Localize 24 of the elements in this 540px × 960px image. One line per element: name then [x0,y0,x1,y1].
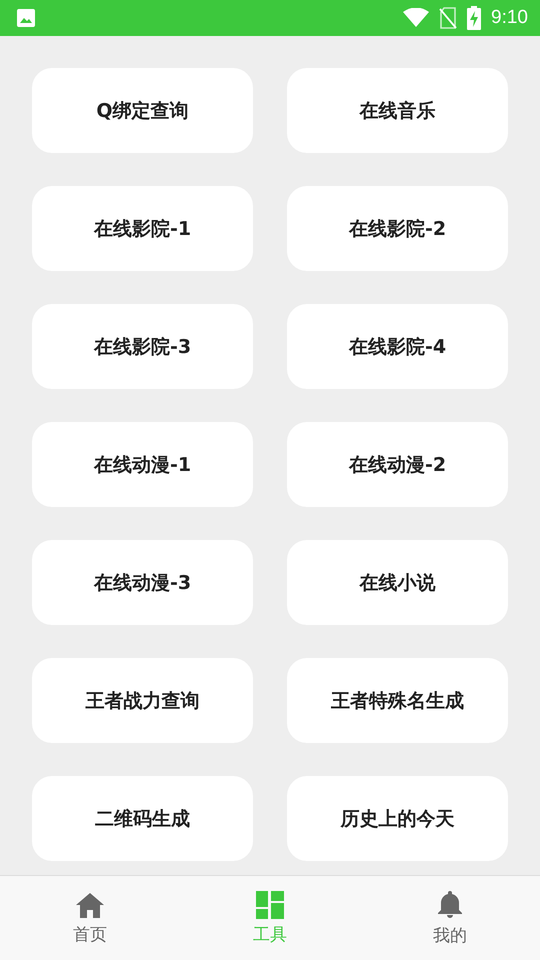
nav-tab[interactable]: 我的 [360,876,540,960]
no-sim-icon [439,7,458,29]
dashboard-icon [256,890,284,918]
nav-tab[interactable]: 首页 [0,876,180,960]
tool-button[interactable]: 在线影院-1 [32,186,253,271]
tool-button[interactable]: 在线影院-2 [287,186,508,271]
tool-button[interactable]: 在线音乐 [287,68,508,153]
bell-icon [437,890,463,920]
tool-button[interactable]: 王者战力查询 [32,658,253,743]
image-icon [16,8,36,28]
tool-button[interactable]: 在线影院-4 [287,304,508,389]
tool-button[interactable]: 在线小说 [287,540,508,625]
tool-button[interactable]: 二维码生成 [32,776,253,861]
tool-button[interactable]: 王者特殊名生成 [287,658,508,743]
tool-button[interactable]: 在线动漫-1 [32,422,253,507]
battery-icon [467,6,482,30]
tool-button[interactable]: Q绑定查询 [32,68,253,153]
tool-button[interactable]: 在线动漫-2 [287,422,508,507]
home-icon [75,890,105,918]
tool-button[interactable]: 在线动漫-3 [32,540,253,625]
tool-button[interactable]: 历史上的今天 [287,776,508,861]
wifi-icon [403,8,430,28]
tool-button[interactable]: 在线影院-3 [32,304,253,389]
status-time: 9:10 [491,7,528,29]
